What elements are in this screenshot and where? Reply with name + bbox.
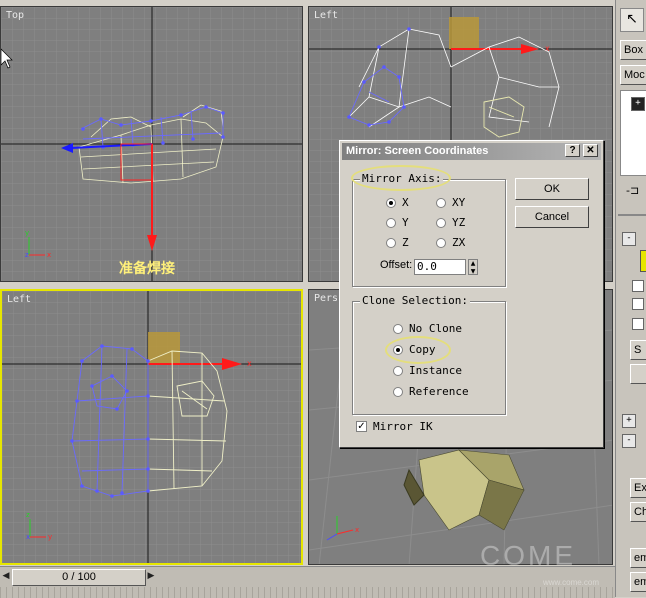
axis-z-label: Z	[402, 236, 409, 249]
command-panel: ↖ Box Moc + -⊐ - S + - Ex Ch emo emo	[615, 0, 646, 597]
svg-text:x: x	[47, 251, 51, 259]
close-button[interactable]: ✕	[583, 144, 598, 157]
object-type-field[interactable]: Box	[620, 40, 646, 60]
viewport-left-bottom-label: Left	[7, 294, 32, 305]
axis-xy-label: XY	[452, 196, 466, 209]
expand-icon[interactable]: +	[631, 97, 645, 111]
viewport-top-label: Top	[6, 10, 25, 21]
viewport-caption: 准备焊接	[119, 261, 175, 277]
no-clone-label: No Clone	[409, 322, 462, 335]
svg-text:z: z	[26, 511, 30, 519]
panel-button-emo-2[interactable]: emo	[630, 572, 646, 592]
dialog-title: Mirror: Screen Coordinates	[342, 143, 601, 160]
axis-x-radio[interactable]	[386, 198, 396, 208]
color-swatch[interactable]	[640, 250, 646, 272]
cancel-button[interactable]: Cancel	[515, 206, 589, 228]
viewport-top[interactable]: y x z Top 准备焊接	[0, 6, 303, 282]
help-button[interactable]: ?	[565, 144, 580, 157]
ok-button[interactable]: OK	[515, 178, 589, 200]
svg-text:y: y	[48, 533, 52, 541]
clone-selection-label: Clone Selection:	[360, 294, 470, 307]
axis-z-radio[interactable]	[386, 238, 396, 248]
svg-text:y: y	[25, 229, 29, 237]
viewport-left-top-label: Left	[314, 10, 339, 21]
instance-radio[interactable]	[393, 366, 403, 376]
time-next-arrow-icon[interactable]: ▶	[145, 569, 157, 584]
modifier-stack[interactable]: +	[620, 90, 646, 176]
panel-button-emo-1[interactable]: emo	[630, 548, 646, 568]
axis-zx-label: ZX	[452, 236, 466, 249]
svg-text:x: x	[247, 359, 252, 368]
mirror-ik-label: Mirror IK	[373, 420, 433, 433]
axis-x-label: X	[402, 196, 409, 209]
offset-label: Offset:	[380, 259, 413, 271]
watermark-url: www.come.com	[543, 578, 600, 587]
panel-button-blank[interactable]	[630, 364, 646, 384]
time-prev-arrow-icon[interactable]: ◀	[0, 569, 12, 584]
offset-input[interactable]: 0.0	[414, 259, 466, 275]
panel-checkbox-2[interactable]	[632, 298, 644, 310]
axis-y-label: Y	[402, 216, 409, 229]
expand-rollout-icon[interactable]: +	[622, 414, 636, 428]
panel-checkbox-1[interactable]	[632, 280, 644, 292]
select-arrow-icon[interactable]: ↖	[620, 8, 644, 32]
watermark-text: COME	[480, 540, 576, 571]
collapse-rollout-icon[interactable]: -	[622, 232, 636, 246]
viewport-perspective-label: Pers	[314, 293, 339, 304]
panel-button-ex[interactable]: Ex	[630, 478, 646, 498]
viewport-left-bottom-grid: x z y x	[2, 291, 301, 563]
axis-y-radio[interactable]	[386, 218, 396, 228]
pin-stack-icon[interactable]: -⊐	[626, 184, 639, 197]
time-ruler[interactable]	[0, 587, 615, 598]
axis-zx-radio[interactable]	[436, 238, 446, 248]
collapse-rollout-icon-2[interactable]: -	[622, 434, 636, 448]
offset-spinner-icon[interactable]: ▲ ▼	[468, 259, 478, 275]
svg-text:x: x	[26, 533, 30, 541]
mirror-axis-highlight	[351, 165, 451, 191]
svg-text:x: x	[355, 526, 359, 534]
mirror-ik-checkbox[interactable]: ✓	[356, 421, 367, 432]
viewport-top-grid: y x z	[1, 7, 302, 281]
axis-xy-radio[interactable]	[436, 198, 446, 208]
viewport-left-bottom[interactable]: x z y x Left	[0, 289, 303, 565]
panel-button-ch[interactable]: Ch	[630, 502, 646, 522]
reference-label: Reference	[409, 385, 469, 398]
no-clone-radio[interactable]	[393, 324, 403, 334]
reference-radio[interactable]	[393, 387, 403, 397]
copy-highlight	[385, 336, 451, 364]
panel-divider	[618, 214, 646, 216]
instance-label: Instance	[409, 364, 462, 377]
axis-yz-label: YZ	[452, 216, 466, 229]
panel-button-s[interactable]: S	[630, 340, 646, 360]
modifier-list[interactable]: Moc	[620, 65, 646, 85]
axis-yz-radio[interactable]	[436, 218, 446, 228]
panel-checkbox-3[interactable]	[632, 318, 644, 330]
mirror-dialog: Mirror: Screen Coordinates ? ✕ Mirror Ax…	[339, 140, 604, 448]
svg-text:z: z	[25, 251, 29, 259]
time-slider[interactable]: 0 / 100	[12, 569, 146, 586]
